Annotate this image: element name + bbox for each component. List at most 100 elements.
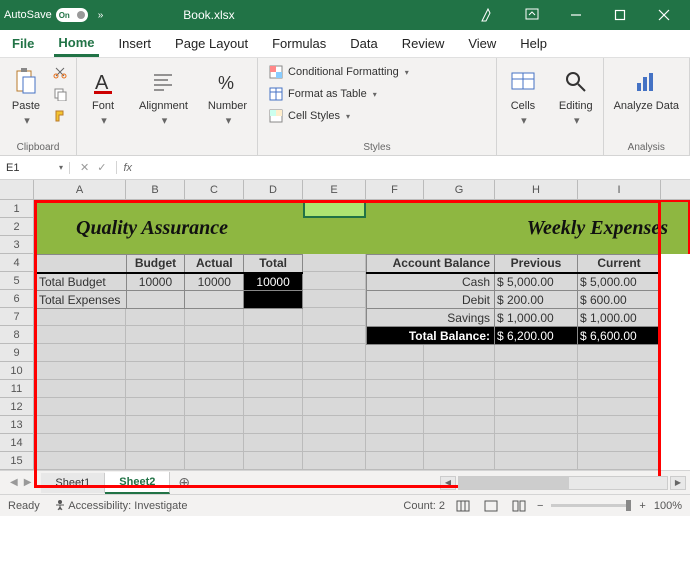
column-header[interactable]: H: [495, 180, 578, 199]
column-header[interactable]: E: [303, 180, 366, 199]
name-box[interactable]: E1 ▾: [0, 162, 70, 174]
cell[interactable]: [34, 308, 126, 326]
view-pagelayout-icon[interactable]: [481, 498, 501, 514]
cell[interactable]: [495, 452, 578, 470]
cell[interactable]: [578, 398, 661, 416]
quick-action-icon[interactable]: [466, 0, 510, 30]
autosave-toggle[interactable]: On: [56, 8, 88, 22]
scroll-right-icon[interactable]: ▶: [670, 476, 686, 490]
paste-button[interactable]: Paste ▾: [6, 62, 46, 131]
cell[interactable]: [303, 308, 366, 326]
row-header[interactable]: 13: [0, 416, 34, 434]
cell[interactable]: [34, 416, 126, 434]
zoom-out-button[interactable]: −: [537, 500, 543, 512]
cells-area[interactable]: Quality Assurance Weekly Expenses Budget…: [34, 200, 690, 470]
cell[interactable]: [244, 452, 303, 470]
cell[interactable]: [578, 416, 661, 434]
cell[interactable]: [34, 344, 126, 362]
cell[interactable]: [185, 344, 244, 362]
column-header[interactable]: A: [34, 180, 126, 199]
cell[interactable]: [244, 416, 303, 434]
add-sheet-button[interactable]: ⊕: [170, 474, 198, 491]
view-normal-icon[interactable]: [453, 498, 473, 514]
view-pagebreak-icon[interactable]: [509, 498, 529, 514]
row-header[interactable]: 15: [0, 452, 34, 470]
cell[interactable]: [303, 272, 366, 290]
zoom-slider[interactable]: [551, 504, 631, 507]
cell[interactable]: [185, 362, 244, 380]
sheet-nav[interactable]: ◀▶: [0, 477, 41, 488]
column-header[interactable]: C: [185, 180, 244, 199]
status-accessibility[interactable]: Accessibility: Investigate: [54, 499, 188, 512]
cell[interactable]: [303, 380, 366, 398]
cell[interactable]: [495, 416, 578, 434]
row-header[interactable]: 8: [0, 326, 34, 344]
sheet-next-icon[interactable]: ▶: [24, 477, 32, 488]
ribbon-options-icon[interactable]: [510, 0, 554, 30]
cell[interactable]: [303, 290, 366, 308]
chevron-down-icon[interactable]: ▾: [59, 163, 63, 172]
row-header[interactable]: 3: [0, 236, 34, 254]
cell[interactable]: [34, 362, 126, 380]
cell[interactable]: [244, 344, 303, 362]
cell[interactable]: [34, 398, 126, 416]
right-hdr-current[interactable]: Current: [578, 255, 661, 273]
fx-label[interactable]: fx: [117, 162, 138, 174]
cell[interactable]: [126, 344, 185, 362]
cancel-formula-icon[interactable]: ✕: [80, 161, 89, 174]
cell[interactable]: [366, 416, 424, 434]
row-header[interactable]: 14: [0, 434, 34, 452]
cell[interactable]: [495, 434, 578, 452]
cell[interactable]: [185, 380, 244, 398]
row-header[interactable]: 5: [0, 272, 34, 290]
cell[interactable]: [126, 434, 185, 452]
cell[interactable]: [185, 308, 244, 326]
conditional-formatting-button[interactable]: Conditional Formatting ▾: [264, 62, 490, 82]
cut-button[interactable]: [50, 62, 70, 82]
cell[interactable]: [126, 380, 185, 398]
cell[interactable]: [366, 380, 424, 398]
cell[interactable]: [303, 434, 366, 452]
zoom-in-button[interactable]: +: [639, 500, 645, 512]
zoom-thumb[interactable]: [626, 500, 631, 511]
cell[interactable]: [424, 416, 495, 434]
tab-review[interactable]: Review: [398, 32, 449, 55]
cell[interactable]: [424, 452, 495, 470]
cell[interactable]: [424, 398, 495, 416]
cell[interactable]: [34, 434, 126, 452]
cell[interactable]: [303, 452, 366, 470]
formula-input[interactable]: [138, 156, 690, 179]
cell[interactable]: [366, 452, 424, 470]
cell[interactable]: [424, 344, 495, 362]
cell[interactable]: [244, 308, 303, 326]
cell[interactable]: [424, 380, 495, 398]
font-button[interactable]: A Font ▾: [83, 62, 123, 131]
cell[interactable]: [185, 398, 244, 416]
scroll-thumb[interactable]: [459, 477, 569, 489]
left-hdr-total[interactable]: Total: [244, 255, 303, 273]
cell[interactable]: [578, 344, 661, 362]
cells-button[interactable]: Cells ▾: [503, 62, 543, 131]
cell[interactable]: [495, 380, 578, 398]
tab-page-layout[interactable]: Page Layout: [171, 32, 252, 55]
column-header[interactable]: D: [244, 180, 303, 199]
cell[interactable]: [303, 344, 366, 362]
tab-formulas[interactable]: Formulas: [268, 32, 330, 55]
cell[interactable]: [185, 416, 244, 434]
close-button[interactable]: [642, 0, 686, 30]
row-header[interactable]: 9: [0, 344, 34, 362]
cell[interactable]: [495, 344, 578, 362]
quick-access-chevron-icon[interactable]: »: [98, 10, 104, 21]
right-hdr-previous[interactable]: Previous: [495, 255, 578, 273]
cell[interactable]: [34, 452, 126, 470]
column-header[interactable]: I: [578, 180, 661, 199]
cell[interactable]: [185, 452, 244, 470]
cell[interactable]: [366, 398, 424, 416]
tab-help[interactable]: Help: [516, 32, 551, 55]
cell[interactable]: [303, 254, 366, 272]
cell[interactable]: [578, 380, 661, 398]
accept-formula-icon[interactable]: ✓: [97, 161, 106, 174]
cell[interactable]: [244, 326, 303, 344]
left-hdr-budget[interactable]: Budget: [126, 255, 185, 273]
alignment-button[interactable]: Alignment ▾: [135, 62, 192, 131]
